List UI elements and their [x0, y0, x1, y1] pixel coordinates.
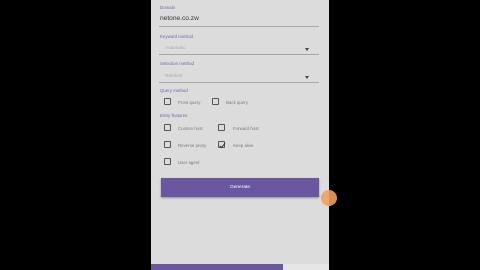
app-screen: Domain netone.co.zw Keyword method Autom… — [151, 0, 329, 270]
selection-dropdown-caret-icon[interactable] — [305, 76, 309, 79]
keep-alive-checkbox[interactable] — [218, 141, 225, 148]
entry-features-label: Entry features — [160, 113, 188, 118]
reverse-proxy-checkbox[interactable] — [164, 141, 171, 148]
query-method-label: Query method — [160, 88, 188, 93]
keyword-method-label: Keyword method — [160, 34, 193, 39]
back-query-checkbox[interactable] — [212, 98, 219, 105]
reverse-proxy-label: Reverse proxy — [178, 142, 207, 148]
selection-method-label: Selection method — [160, 61, 194, 66]
domain-input[interactable]: netone.co.zw — [160, 15, 199, 22]
custom-host-checkbox[interactable] — [164, 124, 171, 131]
domain-underline — [159, 26, 319, 27]
user-agent-label: User agent — [178, 159, 200, 165]
selection-method-select[interactable]: Random — [165, 73, 182, 78]
selection-underline — [159, 82, 319, 83]
keyword-method-select[interactable]: Automatic — [165, 45, 185, 50]
user-agent-checkbox[interactable] — [164, 158, 171, 165]
keyword-dropdown-caret-icon[interactable] — [305, 48, 309, 51]
forward-host-checkbox[interactable] — [218, 124, 225, 131]
floating-action-button[interactable] — [321, 190, 337, 206]
back-query-label: Back query — [226, 99, 248, 105]
keep-alive-label: Keep alive — [233, 142, 254, 148]
forward-host-label: Forward host — [233, 125, 259, 131]
front-query-checkbox[interactable] — [164, 98, 171, 105]
front-query-label: Front query — [178, 99, 201, 105]
custom-host-label: Custom host — [178, 125, 203, 131]
generate-button[interactable]: Generate — [161, 178, 319, 197]
domain-label: Domain — [160, 5, 176, 10]
keyword-underline — [159, 54, 319, 55]
bottom-nav-secondary[interactable] — [283, 264, 329, 270]
bottom-nav-bar[interactable] — [151, 264, 283, 270]
